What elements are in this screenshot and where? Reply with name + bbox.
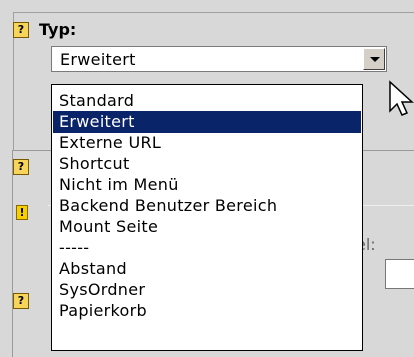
help-icon[interactable]: ? [13, 22, 29, 38]
dropdown-option-abstand[interactable]: Abstand [53, 258, 361, 280]
help-icon[interactable]: ? [13, 159, 29, 175]
dropdown-option-backend-benutzer-bereich[interactable]: Backend Benutzer Bereich [53, 195, 361, 217]
dropdown-option-papierkorb[interactable]: Papierkorb [53, 300, 361, 322]
dropdown-option-nicht-im-menu[interactable]: Nicht im Menü [53, 174, 361, 196]
page-type-select[interactable]: Erweitert [51, 46, 387, 72]
dropdown-option-erweitert[interactable]: Erweitert [53, 111, 361, 133]
dropdown-option-externe-url[interactable]: Externe URL [53, 132, 361, 154]
dropdown-option-shortcut[interactable]: Shortcut [53, 153, 361, 175]
warning-icon: ! [16, 205, 28, 220]
mouse-pointer-icon [389, 80, 414, 116]
partial-input-field[interactable] [385, 259, 414, 289]
dropdown-option-mount-seite[interactable]: Mount Seite [53, 216, 361, 238]
page-type-dropdown-list[interactable]: Standard Erweitert Externe URL Shortcut … [51, 84, 363, 351]
dropdown-arrow-icon[interactable] [363, 48, 385, 70]
selected-page-type: Erweitert [60, 50, 136, 69]
dropdown-option-sysordner[interactable]: SysOrdner [53, 279, 361, 301]
help-icon[interactable]: ? [13, 293, 29, 309]
dropdown-option-divider[interactable]: ----- [53, 237, 361, 259]
dropdown-option-standard[interactable]: Standard [53, 90, 361, 112]
type-field-label: Typ: [39, 20, 77, 39]
